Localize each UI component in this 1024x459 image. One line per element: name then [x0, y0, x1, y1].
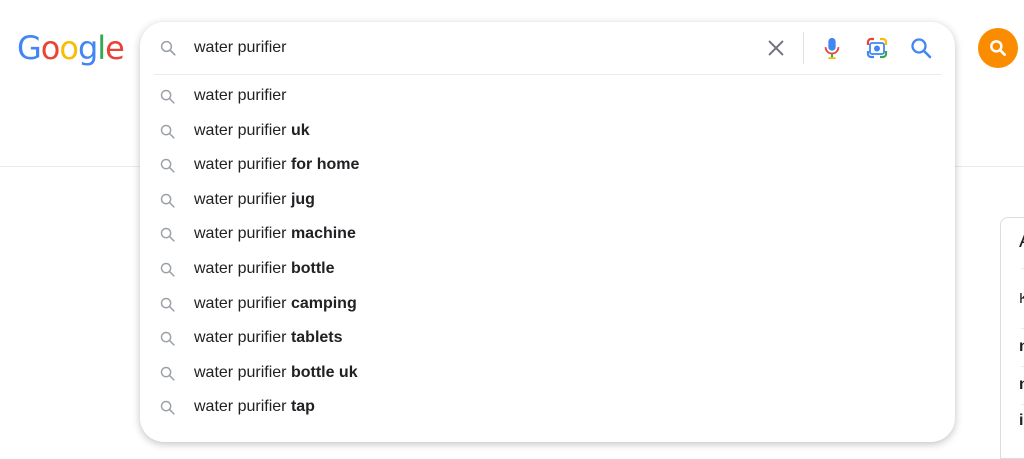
suggestion-prefix: water purifier	[194, 398, 287, 416]
logo-letter: l	[97, 29, 106, 67]
google-logo[interactable]: Google	[17, 28, 125, 68]
suggestion-text: water purifier uk	[194, 114, 310, 149]
suggestion-item[interactable]: water purifier tablets	[140, 321, 955, 356]
suggestion-prefix: water purifier	[194, 329, 287, 347]
suggestion-prefix: water purifier	[194, 121, 287, 139]
side-panel-card: A K n n i	[1000, 217, 1024, 459]
search-icon	[160, 158, 175, 173]
suggestion-item[interactable]: water purifier uk	[140, 114, 955, 149]
suggestion-item[interactable]: water purifier jug	[140, 183, 955, 218]
suggestion-completion: camping	[290, 294, 357, 312]
side-card-title: A	[1019, 230, 1024, 253]
suggestion-item[interactable]: water purifier machine	[140, 217, 955, 252]
suggestion-text: water purifier bottle	[194, 252, 334, 287]
suggestion-text: water purifier tablets	[194, 321, 343, 356]
search-icon	[160, 193, 175, 208]
search-icon	[990, 40, 1006, 57]
search-icon	[160, 228, 175, 243]
account-avatar-button[interactable]	[978, 28, 1018, 68]
suggestion-text: water purifier tap	[194, 390, 315, 425]
suggestion-item[interactable]: water purifier for home	[140, 148, 955, 183]
search-box: water purifier water purifier water puri…	[140, 22, 955, 442]
suggestions-list: water purifier water purifier uk water p…	[140, 79, 955, 425]
suggestion-prefix: water purifier	[194, 363, 287, 381]
suggestion-completion: bottle	[290, 259, 335, 277]
suggestion-completion: for home	[290, 156, 360, 174]
suggestion-completion: machine	[290, 225, 356, 243]
suggestion-prefix: water purifier	[194, 225, 287, 243]
camera-lens-icon[interactable]	[865, 36, 889, 60]
search-icon	[160, 124, 175, 139]
suggestion-completion: uk	[290, 121, 310, 139]
close-icon[interactable]	[765, 37, 787, 59]
search-icon	[160, 89, 175, 104]
search-icon	[160, 40, 176, 56]
suggestion-prefix: water purifier	[194, 294, 287, 312]
microphone-icon[interactable]	[821, 36, 843, 60]
suggestion-completion: jug	[290, 190, 315, 208]
suggestion-text: water purifier camping	[194, 287, 357, 322]
logo-letter: g	[77, 29, 98, 67]
suggestion-text: water purifier for home	[194, 148, 359, 183]
logo-letter: o	[40, 29, 61, 67]
suggestion-prefix: water purifier	[194, 156, 287, 174]
suggestion-text: water purifier jug	[194, 183, 315, 218]
search-icon	[160, 366, 175, 381]
search-icon	[160, 331, 175, 346]
search-icon	[160, 297, 175, 312]
suggestion-text: water purifier	[194, 79, 286, 114]
suggestion-item[interactable]: water purifier camping	[140, 287, 955, 322]
suggestion-item[interactable]: water purifier	[140, 79, 955, 114]
search-submit-icon[interactable]	[909, 36, 933, 60]
suggestion-text: water purifier bottle uk	[194, 356, 358, 391]
suggestion-item[interactable]: water purifier bottle uk	[140, 356, 955, 391]
search-row-separator	[803, 32, 804, 64]
suggestion-completion: tablets	[290, 329, 343, 347]
side-card-text: K	[1019, 290, 1024, 307]
side-card-text: i	[1019, 412, 1024, 429]
search-row: water purifier	[140, 22, 955, 74]
suggestion-item[interactable]: water purifier tap	[140, 390, 955, 425]
search-icon	[160, 262, 175, 277]
logo-letter: e	[105, 29, 125, 67]
suggestion-completion: bottle uk	[290, 363, 358, 381]
suggestion-completion: tap	[290, 398, 315, 416]
suggestion-item[interactable]: water purifier bottle	[140, 252, 955, 287]
suggestions-divider	[154, 74, 941, 75]
suggestion-prefix: water purifier	[194, 259, 287, 277]
side-card-text: n	[1019, 338, 1024, 355]
search-icon	[160, 401, 175, 415]
suggestion-text: water purifier machine	[194, 217, 356, 252]
suggestion-prefix: water purifier	[194, 87, 287, 104]
search-input[interactable]: water purifier	[194, 22, 286, 74]
side-card-text: n	[1019, 376, 1024, 393]
suggestion-prefix: water purifier	[194, 190, 287, 208]
logo-letter: o	[59, 29, 79, 67]
logo-letter: G	[17, 29, 42, 67]
